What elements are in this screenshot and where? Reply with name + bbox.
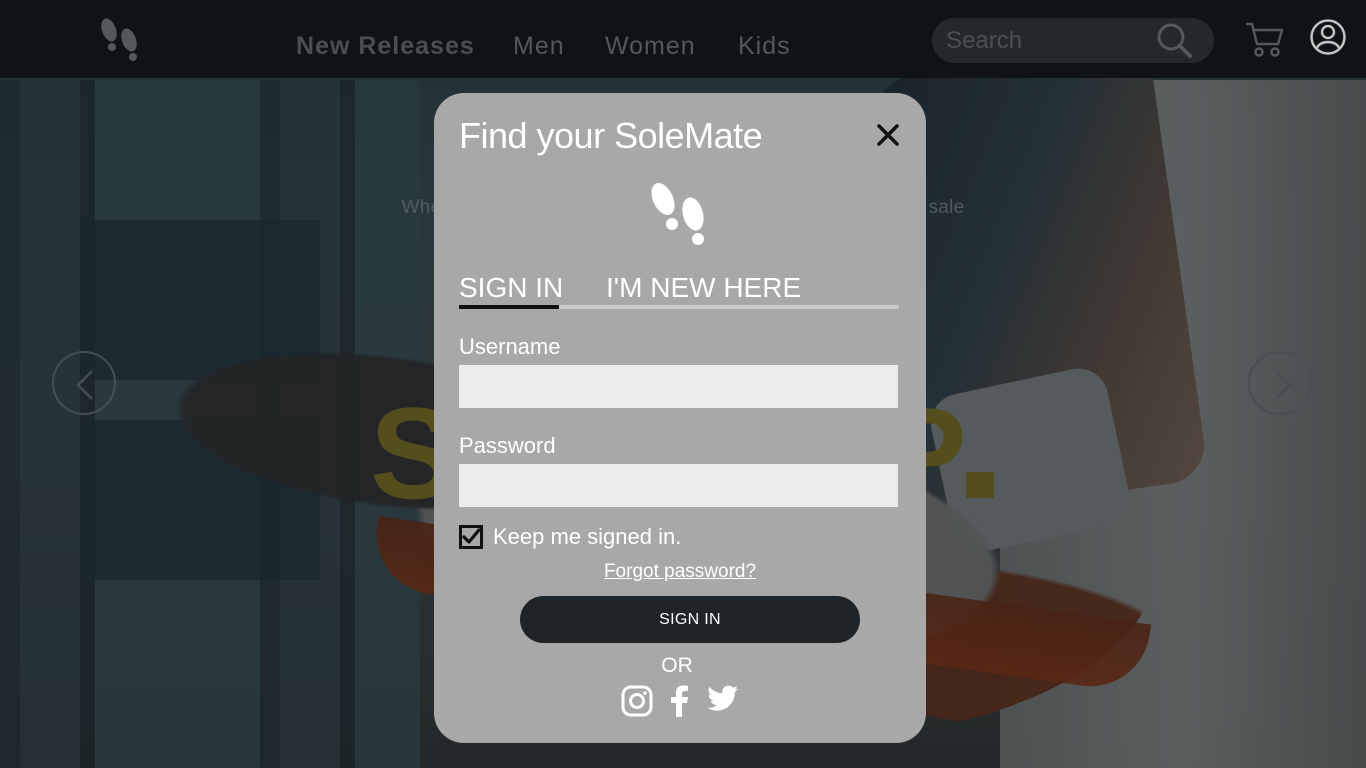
or-divider: OR [661,654,693,677]
facebook-icon[interactable] [669,685,689,717]
modal-title: Find your SoleMate [459,115,763,156]
instagram-icon[interactable] [621,685,653,717]
keep-signed-in-checkbox[interactable] [459,525,483,549]
signin-modal: Find your SoleMate SIGN IN I'M NEW HERE … [434,93,926,743]
username-field[interactable] [459,365,898,408]
close-icon[interactable] [877,124,899,146]
tab-new-here[interactable]: I'M NEW HERE [606,271,801,305]
tab-active-indicator [459,305,559,309]
tab-sign-in[interactable]: SIGN IN [459,271,563,305]
sign-in-button[interactable]: SIGN IN [520,596,860,643]
auth-tabs: SIGN IN I'M NEW HERE [459,271,899,311]
footprints-logo-icon [651,183,704,245]
keep-signed-in-label: Keep me signed in. [493,524,682,549]
twitter-icon[interactable] [707,685,739,713]
password-field[interactable] [459,464,898,507]
password-label: Password [459,433,556,458]
forgot-password-link[interactable]: Forgot password? [434,560,926,584]
username-label: Username [459,334,561,359]
